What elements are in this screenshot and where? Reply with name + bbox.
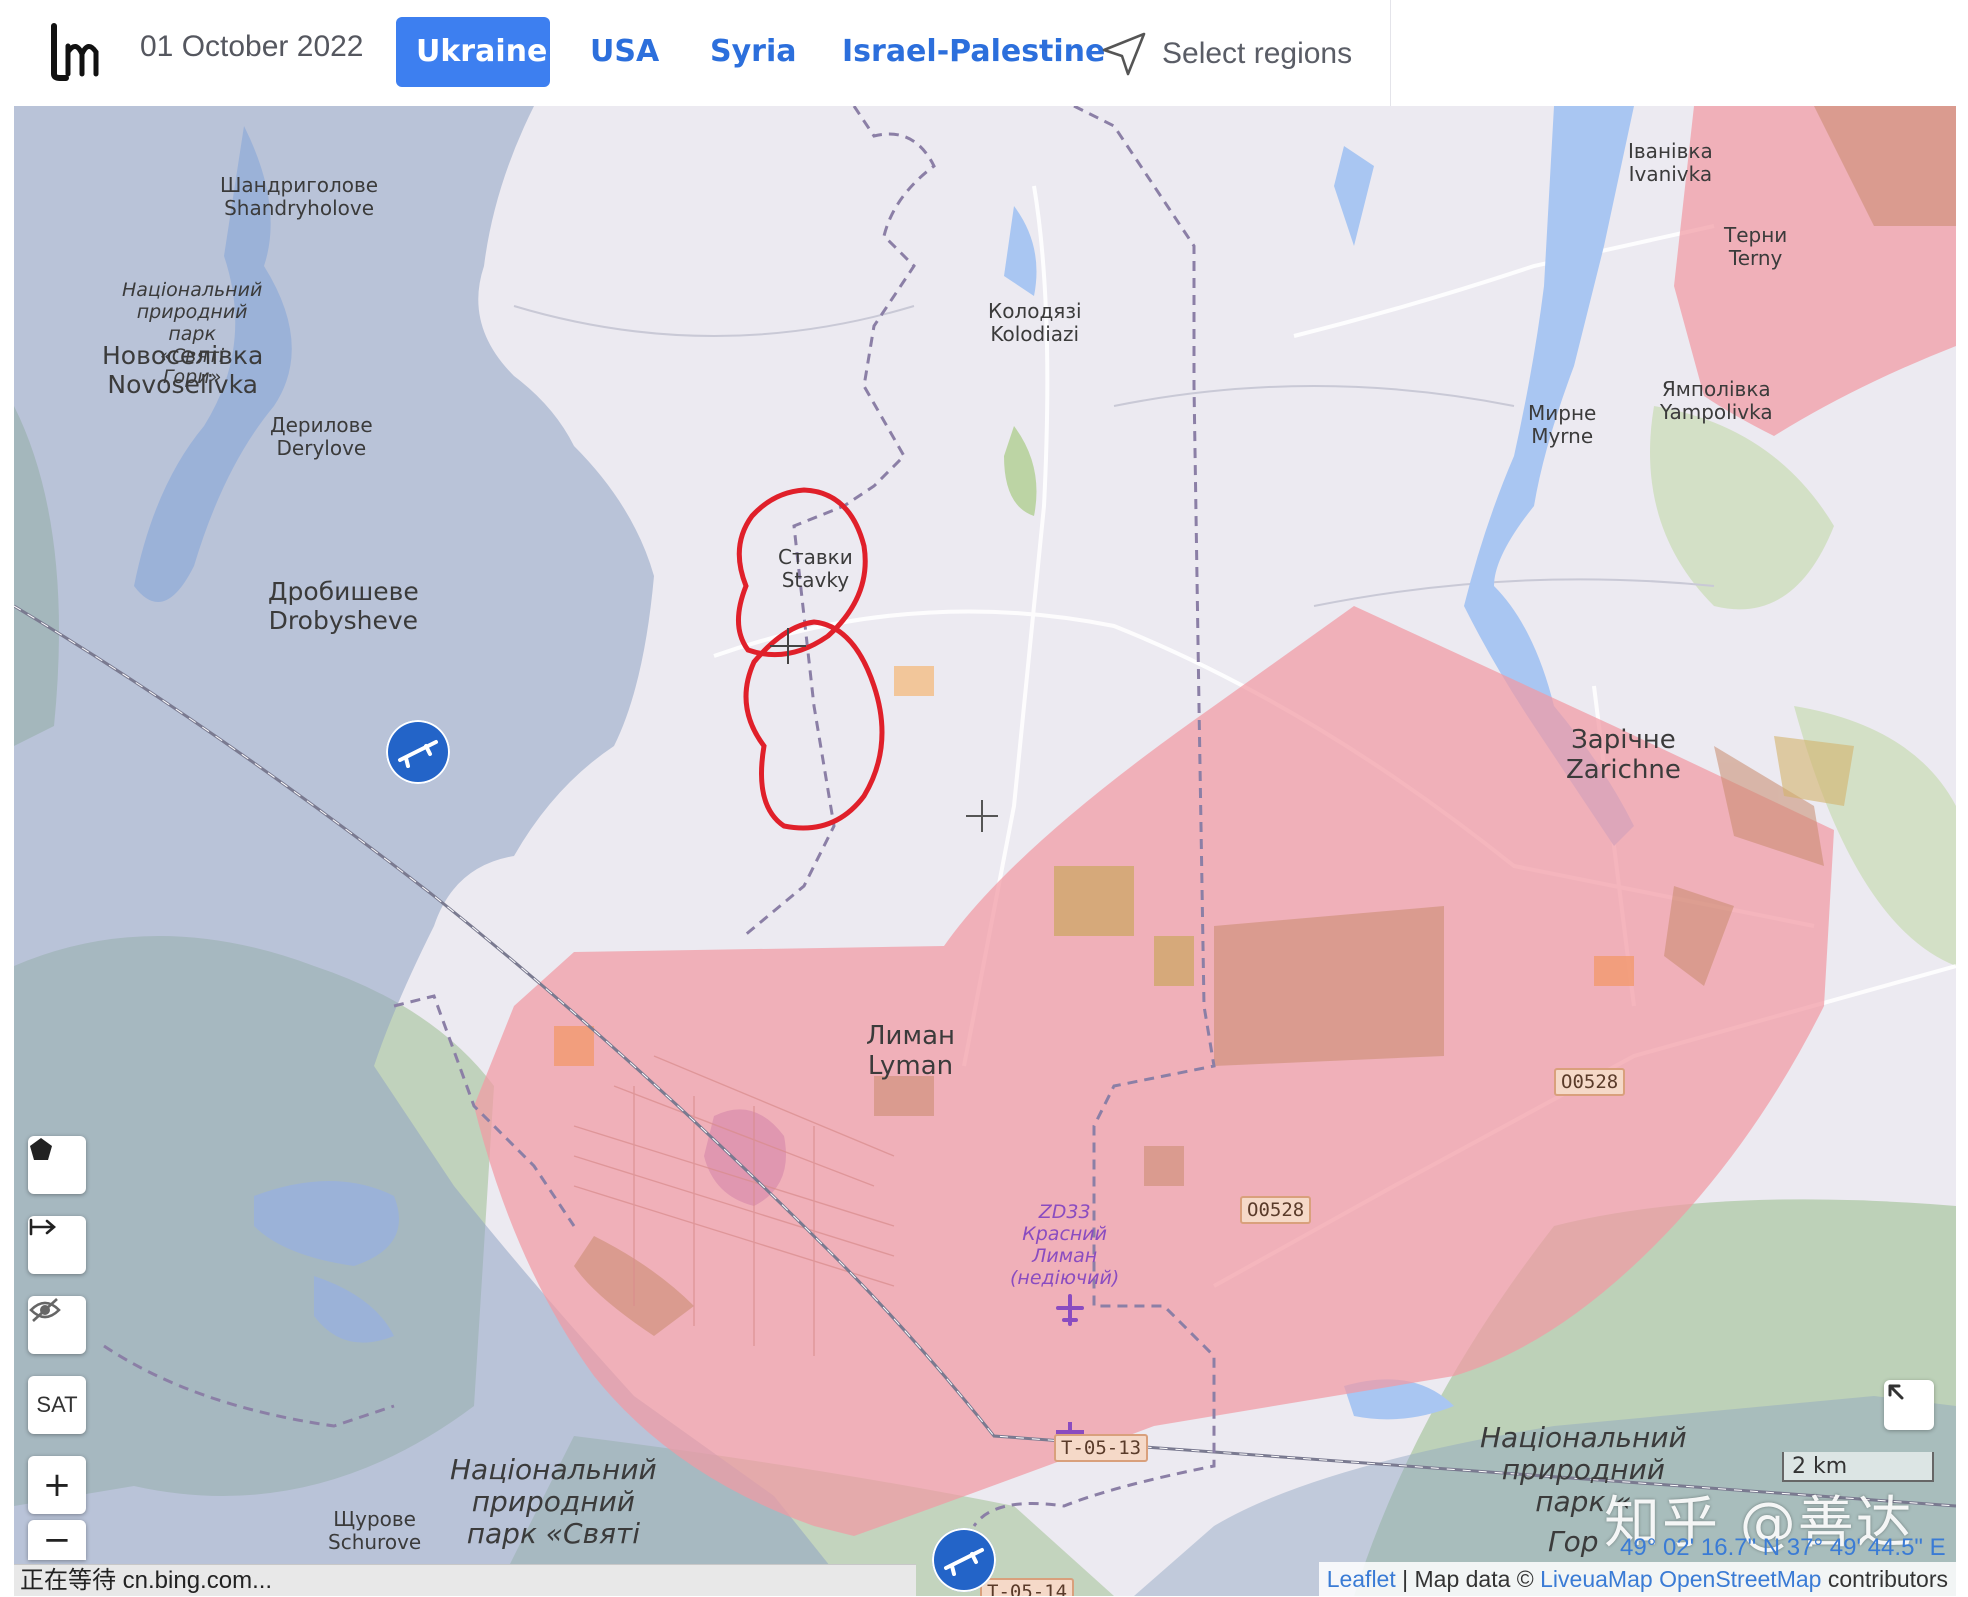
place-zarichne: Зарічне Zarichne <box>1566 725 1681 785</box>
place-terny: Терни Terny <box>1724 223 1788 270</box>
tab-israel-palestine[interactable]: Israel-Palestine <box>822 17 1125 87</box>
leaflet-link[interactable]: Leaflet <box>1327 1566 1396 1592</box>
place-schurove: Щурове Schurove <box>328 1507 422 1554</box>
park-label-s: Національний природний парк «Святі <box>450 1453 657 1551</box>
arrow-right-bar-icon <box>29 1218 56 1236</box>
place-ivanivka: Іванівка Ivanivka <box>1628 139 1713 186</box>
tab-ukraine[interactable]: Ukraine <box>396 17 550 87</box>
location-arrow-icon <box>1102 32 1146 76</box>
place-derylove: Дерилове Derylove <box>270 413 373 460</box>
place-stavky: Ставки Stavky <box>778 545 853 592</box>
draw-polygon-button[interactable] <box>28 1136 86 1194</box>
top-header: 01 October 2022 Ukraine USA Syria Israel… <box>0 0 1391 106</box>
liveuamap-logo[interactable] <box>48 22 100 82</box>
select-regions-button[interactable]: Select regions <box>1100 26 1352 82</box>
place-lyman: Лиман Lyman <box>866 1021 955 1081</box>
airfield-label: ZD33 Красний Лиман (недіючий) <box>1010 1201 1120 1289</box>
place-yampolivka: Ямполівка Yampolivka <box>1660 377 1773 424</box>
road-tag-t0513: T-05-13 <box>1054 1434 1149 1462</box>
date-label[interactable]: 01 October 2022 <box>140 30 364 64</box>
event-marker[interactable] <box>386 720 450 784</box>
attribution-tail: contributors <box>1821 1566 1948 1592</box>
attribution-separator: | Map data © <box>1395 1566 1541 1592</box>
arrow-up-left-icon <box>1888 1384 1904 1400</box>
pentagon-icon <box>30 1138 52 1160</box>
event-marker[interactable] <box>932 1528 996 1592</box>
browser-status-bar: 正在等待 cn.bing.com... <box>14 1564 916 1596</box>
openstreetmap-link[interactable]: OpenStreetMap <box>1659 1566 1821 1592</box>
measure-button[interactable] <box>28 1216 86 1274</box>
tab-syria[interactable]: Syria <box>690 17 816 87</box>
zoom-in-button[interactable]: + <box>28 1456 86 1514</box>
place-shandryholove: Шандриголове Shandryholove <box>220 173 379 220</box>
tab-usa[interactable]: USA <box>570 17 679 87</box>
zoom-out-button[interactable]: − <box>28 1520 86 1560</box>
satellite-toggle[interactable]: SAT <box>28 1376 86 1434</box>
rifle-icon <box>398 740 438 768</box>
toggle-visibility-button[interactable] <box>28 1296 86 1354</box>
place-drobysheve: Дробишеве Drobysheve <box>268 577 419 635</box>
road-tag-o0528-east: O0528 <box>1554 1068 1626 1096</box>
liveuamap-link[interactable]: LiveuaMap <box>1540 1566 1653 1592</box>
park-label-se-tail: Гор <box>1548 1525 1599 1558</box>
map-canvas[interactable]: Шандриголове Shandryholove Новоселівка Nov… <box>14 106 1956 1596</box>
place-kolodiazi: Колодязі Kolodiazi <box>988 299 1082 346</box>
road-tag-o0528-west: O0528 <box>1240 1196 1312 1224</box>
crosshair-icon <box>770 628 806 664</box>
map-layer <box>14 106 1956 1596</box>
map-attribution: Leaflet | Map data © LiveuaMap OpenStree… <box>1318 1562 1956 1596</box>
rifle-icon <box>944 1548 984 1576</box>
airport-icon <box>1056 1294 1084 1326</box>
cursor-coordinates: 49° 02' 16.7" N 37° 49' 44.5" E <box>1620 1534 1946 1561</box>
select-regions-label: Select regions <box>1162 37 1353 70</box>
place-myrne: Мирне Myrne <box>1528 401 1597 448</box>
collapse-button[interactable] <box>1884 1380 1934 1430</box>
park-label-nw: Національний природний парк «Святі Гори» <box>122 279 263 389</box>
eye-off-icon <box>29 1298 61 1322</box>
